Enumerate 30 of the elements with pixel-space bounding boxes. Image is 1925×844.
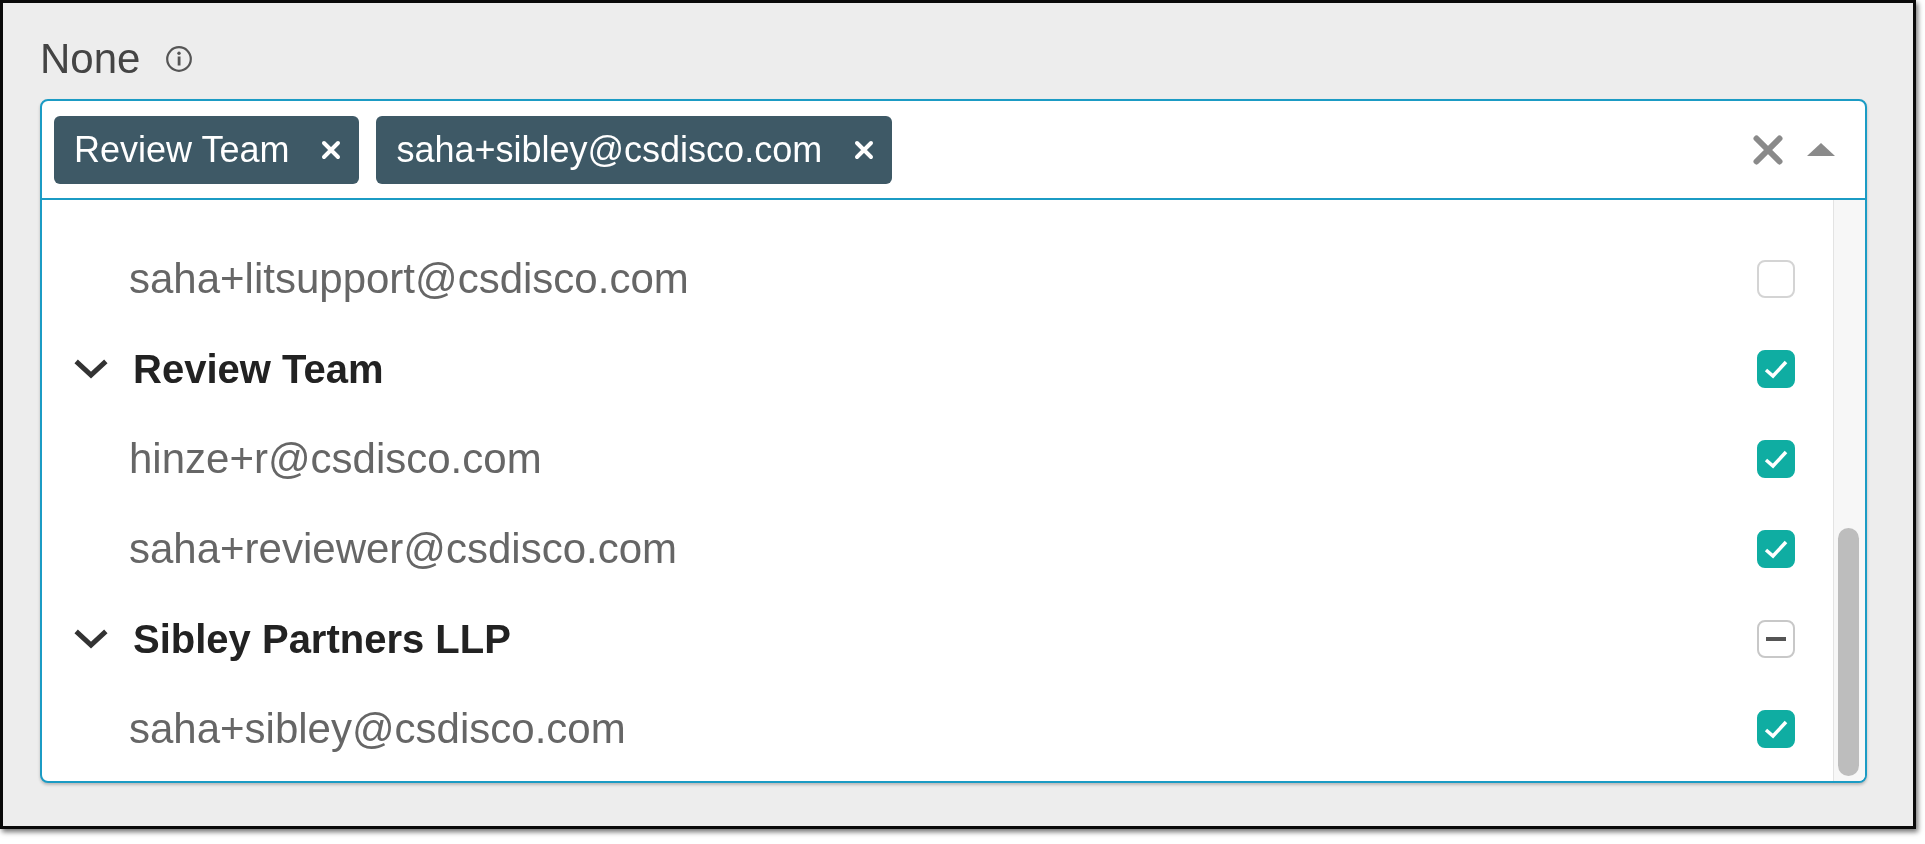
chevron-icon[interactable] bbox=[74, 629, 108, 649]
close-icon[interactable] bbox=[854, 139, 875, 160]
clear-icon[interactable] bbox=[1753, 134, 1783, 165]
check-icon bbox=[1764, 539, 1788, 559]
group-label[interactable]: Sibley Partners LLP bbox=[133, 615, 511, 663]
checkbox[interactable] bbox=[1757, 530, 1795, 568]
option-label[interactable]: saha+reviewer@csdisco.com bbox=[129, 523, 677, 575]
tag-label: Review Team bbox=[74, 128, 290, 171]
checkbox[interactable] bbox=[1757, 350, 1795, 388]
check-icon bbox=[1764, 359, 1788, 379]
dash-icon bbox=[1766, 637, 1786, 641]
group-label[interactable]: Review Team bbox=[133, 345, 384, 393]
checkbox[interactable] bbox=[1757, 620, 1795, 658]
field-label: None bbox=[40, 35, 141, 83]
multi-select-field[interactable]: Review Team saha+sibley@csdisco.com saha+litsupport@csdisco.com Review Team hinze+r@csdisco.com saha+reviewer@csdisco.com Sibley Partners LLP saha+sibley@csdisco.com bbox=[40, 99, 1867, 783]
option-label[interactable]: hinze+r@csdisco.com bbox=[129, 433, 542, 485]
checkbox[interactable] bbox=[1757, 440, 1795, 478]
tag-label: saha+sibley@csdisco.com bbox=[396, 128, 823, 171]
option-label[interactable]: saha+sibley@csdisco.com bbox=[129, 703, 626, 755]
chevron-icon[interactable] bbox=[74, 359, 108, 379]
scrollbar-thumb[interactable] bbox=[1838, 528, 1859, 776]
close-icon[interactable] bbox=[321, 139, 342, 160]
check-icon bbox=[1764, 719, 1788, 739]
scrollbar-track[interactable] bbox=[1833, 200, 1865, 781]
check-icon bbox=[1764, 449, 1788, 469]
option-label[interactable]: saha+litsupport@csdisco.com bbox=[129, 253, 689, 305]
caret-icon[interactable] bbox=[1807, 143, 1835, 156]
checkbox[interactable] bbox=[1757, 710, 1795, 748]
info-icon[interactable] bbox=[166, 46, 193, 72]
checkbox[interactable] bbox=[1757, 260, 1795, 298]
